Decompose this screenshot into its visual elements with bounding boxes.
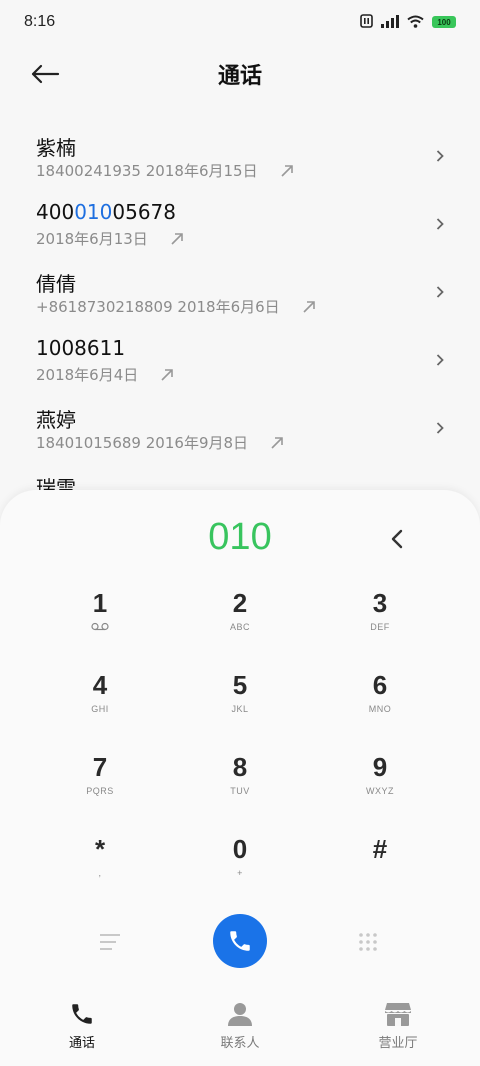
store-icon	[348, 1000, 448, 1028]
menu-button[interactable]	[98, 932, 122, 956]
chevron-right-icon[interactable]	[436, 420, 444, 439]
status-icons: 100	[360, 13, 456, 32]
call-details: 2018年6月4日	[36, 364, 174, 385]
dial-actions	[0, 914, 480, 970]
key-star[interactable]: * ,	[40, 834, 160, 904]
nav-tab-store[interactable]: 营业厅	[348, 1000, 448, 1051]
status-time: 8:16	[24, 13, 56, 30]
phone-icon	[230, 931, 250, 951]
key-0[interactable]: 0 +	[180, 834, 300, 904]
person-icon	[190, 1000, 290, 1028]
call-log-item[interactable]: 燕婷 18401015689 2016年9月8日	[0, 394, 480, 462]
bottom-nav: 通话 联系人 营业厅	[0, 994, 480, 1066]
key-8[interactable]: 8 TUV	[180, 752, 300, 822]
call-name: 紫楠	[36, 136, 76, 160]
call-number: +8618730218809	[36, 297, 173, 316]
outgoing-call-icon	[302, 300, 316, 314]
outgoing-call-icon	[270, 436, 284, 450]
search-match: 010	[74, 200, 113, 224]
call-date: 2018年6月13日	[36, 230, 148, 248]
header: 通话	[0, 48, 480, 100]
call-log-item[interactable]: 40001005678 2018年6月13日	[0, 190, 480, 258]
key-7[interactable]: 7 PQRS	[40, 752, 160, 822]
arrow-left-icon	[31, 64, 60, 84]
call-details: 2018年6月13日	[36, 228, 184, 249]
phone-icon	[32, 1000, 132, 1028]
key-hash[interactable]: #	[320, 834, 440, 904]
call-log-item[interactable]: 1008611 2018年6月4日	[0, 326, 480, 394]
chevron-right-icon[interactable]	[436, 216, 444, 235]
backspace-button[interactable]	[386, 526, 408, 552]
call-details: 18401015689 2016年9月8日	[36, 432, 284, 453]
sim-icon	[360, 13, 373, 32]
battery-icon: 100	[432, 16, 456, 28]
call-details: +8618730218809 2018年6月6日	[36, 296, 316, 317]
voicemail-icon	[40, 622, 160, 634]
call-log-item[interactable]: 紫楠 18400241935 2018年6月15日	[0, 122, 480, 190]
chevron-right-icon[interactable]	[436, 284, 444, 303]
key-4[interactable]: 4 GHI	[40, 670, 160, 740]
dial-input[interactable]: 010	[0, 516, 480, 562]
wifi-icon	[407, 13, 424, 32]
call-date: 2018年6月15日	[145, 162, 258, 180]
page-title: 通话	[217, 64, 262, 89]
call-button[interactable]	[213, 914, 267, 968]
outgoing-call-icon	[170, 232, 184, 246]
call-name: 倩倩	[36, 272, 76, 296]
call-date: 2018年6月6日	[177, 298, 280, 316]
call-details: 18400241935 2018年6月15日	[36, 160, 294, 181]
key-5[interactable]: 5 JKL	[180, 670, 300, 740]
call-date: 2018年6月4日	[36, 366, 139, 384]
chevron-right-icon[interactable]	[436, 352, 444, 371]
outgoing-call-icon	[160, 368, 174, 382]
call-name: 40001005678	[36, 200, 176, 224]
chevron-left-icon	[391, 529, 403, 549]
key-3[interactable]: 3 DEF	[320, 588, 440, 658]
back-button[interactable]	[30, 60, 66, 88]
key-6[interactable]: 6 MNO	[320, 670, 440, 740]
key-1[interactable]: 1	[40, 588, 160, 658]
signal-icon	[381, 13, 399, 32]
menu-icon	[100, 934, 120, 950]
outgoing-call-icon	[280, 164, 294, 178]
dialpad-grid-icon	[359, 933, 377, 951]
dialpad-toggle-button[interactable]	[358, 932, 378, 956]
nav-tab-contacts[interactable]: 联系人	[190, 1000, 290, 1051]
call-log-list: 紫楠 18400241935 2018年6月15日 40001005678 20…	[0, 122, 480, 530]
status-bar: 8:16 100	[0, 0, 480, 44]
dialpad-sheet: 010 1 2 ABC 3 DEF 4 GHI 5 JKL 6 MNO 7 PQ…	[0, 490, 480, 1066]
call-number: 18401015689	[36, 433, 141, 452]
chevron-right-icon[interactable]	[436, 148, 444, 167]
nav-tab-calls[interactable]: 通话	[32, 1000, 132, 1051]
call-number: 18400241935	[36, 161, 141, 180]
call-date: 2016年9月8日	[145, 434, 249, 452]
key-2[interactable]: 2 ABC	[180, 588, 300, 658]
call-name: 1008611	[36, 336, 126, 360]
call-name: 燕婷	[36, 408, 76, 432]
call-log-item[interactable]: 倩倩 +8618730218809 2018年6月6日	[0, 258, 480, 326]
key-9[interactable]: 9 WXYZ	[320, 752, 440, 822]
